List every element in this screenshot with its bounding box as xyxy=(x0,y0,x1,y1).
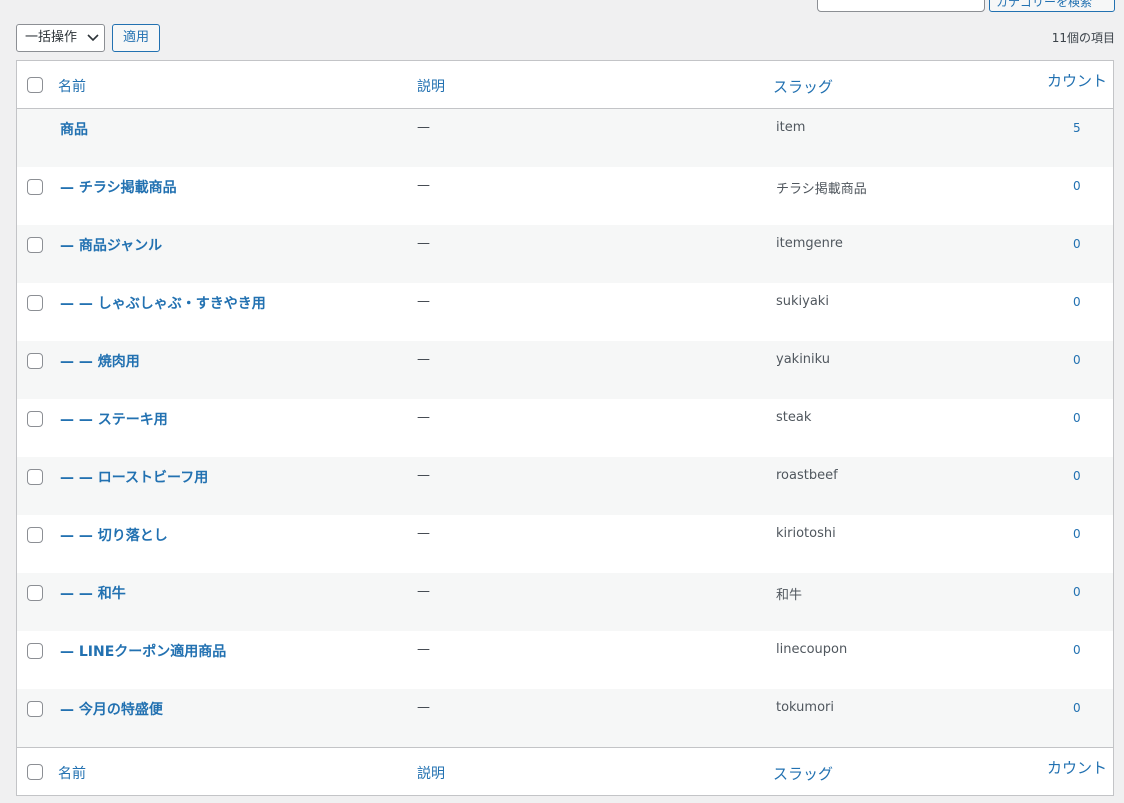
category-description: — xyxy=(417,294,430,309)
row-checkbox[interactable] xyxy=(27,353,43,369)
category-description: — xyxy=(417,178,430,193)
table-row: — 今月の特盛便 — tokumori 0 xyxy=(17,689,1113,747)
row-checkbox[interactable] xyxy=(27,295,43,311)
category-name-link[interactable]: — — 焼肉用 xyxy=(60,351,140,371)
category-name-link[interactable]: — — 切り落とし xyxy=(60,525,168,545)
category-count-link[interactable]: 5 xyxy=(1073,121,1081,135)
column-footer-count[interactable]: カウント xyxy=(1047,757,1107,778)
category-slug: チラシ掲載商品 xyxy=(776,182,867,197)
category-slug: linecoupon xyxy=(776,642,848,657)
table-row: — チラシ掲載商品 — チラシ掲載商品 0 xyxy=(17,167,1113,225)
table-row: — — 和牛 — 和牛 0 xyxy=(17,573,1113,631)
category-name-link[interactable]: — — ローストビーフ用 xyxy=(60,467,208,487)
category-name-link[interactable]: — チラシ掲載商品 xyxy=(60,177,177,197)
category-name-link[interactable]: — — 和牛 xyxy=(60,583,126,603)
category-description: — xyxy=(417,584,430,599)
category-description: — xyxy=(417,642,430,657)
table-footer: 名前 説明 スラッグ カウント xyxy=(17,747,1113,795)
row-checkbox[interactable] xyxy=(27,179,43,195)
table-row: — — 切り落とし — kiriotoshi 0 xyxy=(17,515,1113,573)
category-description: — xyxy=(417,410,430,425)
bulk-action-select[interactable]: 一括操作 xyxy=(16,24,105,52)
search-input[interactable] xyxy=(817,0,985,12)
category-count-link[interactable]: 0 xyxy=(1073,353,1081,367)
category-description: — xyxy=(417,526,430,541)
row-checkbox[interactable] xyxy=(27,237,43,253)
category-name-link[interactable]: — — ステーキ用 xyxy=(60,409,168,429)
category-slug: tokumori xyxy=(776,700,834,715)
category-count-link[interactable]: 0 xyxy=(1073,469,1081,483)
apply-button[interactable]: 適用 xyxy=(112,24,160,52)
table-body: 商品 — item 5 — チラシ掲載商品 — チラシ掲載商品 0 — 商品ジャンル — itemg… xyxy=(17,109,1113,747)
category-slug: itemgenre xyxy=(776,236,843,251)
chevron-down-icon xyxy=(87,34,99,42)
category-slug: 和牛 xyxy=(776,588,803,603)
category-name-link[interactable]: — 今月の特盛便 xyxy=(60,699,163,719)
category-slug: steak xyxy=(776,410,812,425)
category-description: — xyxy=(417,120,430,135)
table-row: — — ステーキ用 — steak 0 xyxy=(17,399,1113,457)
category-description: — xyxy=(417,352,430,367)
table-row: — 商品ジャンル — itemgenre 0 xyxy=(17,225,1113,283)
item-count: 11個の項目 xyxy=(1051,31,1115,45)
search-categories-button[interactable]: カテゴリーを検索 xyxy=(989,0,1115,12)
select-all-checkbox-footer[interactable] xyxy=(27,764,43,780)
select-all-checkbox[interactable] xyxy=(27,77,43,93)
row-checkbox[interactable] xyxy=(27,585,43,601)
category-slug: yakiniku xyxy=(776,352,831,367)
row-checkbox[interactable] xyxy=(27,643,43,659)
column-footer-slug[interactable]: スラッグ xyxy=(773,763,833,784)
table-row: — LINEクーポン適用商品 — linecoupon 0 xyxy=(17,631,1113,689)
bulk-action-label: 一括操作 xyxy=(25,30,78,45)
table-row: — — しゃぶしゃぶ・すきやき用 — sukiyaki 0 xyxy=(17,283,1113,341)
column-header-description[interactable]: 説明 xyxy=(417,76,445,96)
category-slug: sukiyaki xyxy=(776,294,829,309)
category-count-link[interactable]: 0 xyxy=(1073,585,1081,599)
category-count-link[interactable]: 0 xyxy=(1073,527,1081,541)
category-description: — xyxy=(417,700,430,715)
category-name-link[interactable]: — 商品ジャンル xyxy=(60,235,162,255)
column-footer-description[interactable]: 説明 xyxy=(417,763,445,783)
category-slug: item xyxy=(776,120,806,135)
table-row: — — ローストビーフ用 — roastbeef 0 xyxy=(17,457,1113,515)
category-name-link[interactable]: — — しゃぶしゃぶ・すきやき用 xyxy=(60,293,266,313)
row-checkbox[interactable] xyxy=(27,527,43,543)
category-slug: roastbeef xyxy=(776,468,838,483)
categories-table: 名前 説明 スラッグ カウント 商品 — item 5 — チラシ掲載商品 — チラシ掲載商… xyxy=(16,60,1114,796)
category-count-link[interactable]: 0 xyxy=(1073,701,1081,715)
column-header-count[interactable]: カウント xyxy=(1047,70,1107,91)
row-checkbox[interactable] xyxy=(27,411,43,427)
column-footer-name[interactable]: 名前 xyxy=(58,763,86,783)
category-count-link[interactable]: 0 xyxy=(1073,237,1081,251)
category-name-link[interactable]: 商品 xyxy=(60,119,88,139)
category-slug: kiriotoshi xyxy=(776,526,836,541)
column-header-slug[interactable]: スラッグ xyxy=(773,76,833,97)
row-checkbox[interactable] xyxy=(27,701,43,717)
table-row: — — 焼肉用 — yakiniku 0 xyxy=(17,341,1113,399)
category-description: — xyxy=(417,236,430,251)
row-checkbox[interactable] xyxy=(27,469,43,485)
table-header: 名前 説明 スラッグ カウント xyxy=(17,61,1113,109)
category-name-link[interactable]: — LINEクーポン適用商品 xyxy=(60,641,226,661)
category-count-link[interactable]: 0 xyxy=(1073,411,1081,425)
category-count-link[interactable]: 0 xyxy=(1073,179,1081,193)
category-description: — xyxy=(417,468,430,483)
category-count-link[interactable]: 0 xyxy=(1073,643,1081,657)
category-count-link[interactable]: 0 xyxy=(1073,295,1081,309)
table-row: 商品 — item 5 xyxy=(17,109,1113,167)
column-header-name[interactable]: 名前 xyxy=(58,76,86,96)
